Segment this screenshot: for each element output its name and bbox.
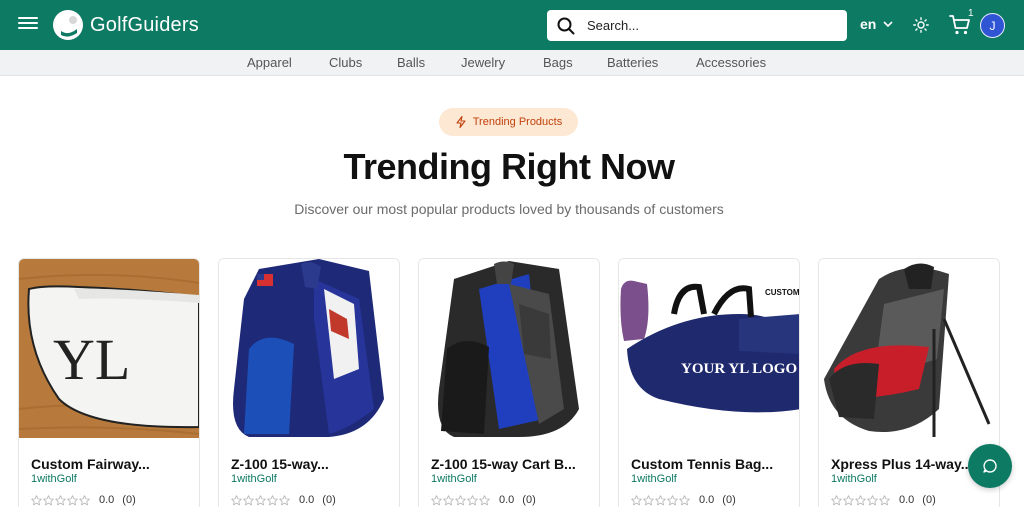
- star-icon: [443, 494, 454, 505]
- star-icon: [243, 494, 254, 505]
- product-name: Z-100 15-way Cart B...: [431, 456, 576, 472]
- product-card[interactable]: Z-100 15-way... 1withGolf 0.0 (0): [218, 258, 400, 507]
- star-icon: [231, 494, 242, 505]
- rating-value: 0.0: [499, 494, 515, 506]
- star-icon: [255, 494, 266, 505]
- star-icon: [467, 494, 478, 505]
- review-count: (0): [722, 494, 736, 506]
- star-icon: [655, 494, 666, 505]
- star-icon: [831, 494, 842, 505]
- product-name: Custom Fairway...: [31, 456, 150, 472]
- page-title: Trending Right Now: [343, 146, 675, 187]
- product-brand[interactable]: 1withGolf: [431, 473, 477, 485]
- star-icon: [867, 494, 878, 505]
- page-subtitle: Discover our most popular products loved…: [294, 201, 724, 217]
- star-icon: [279, 494, 290, 505]
- product-card[interactable]: YL Custom Fairway... 1withGolf 0.0 (0): [18, 258, 200, 507]
- brand-logo[interactable]: GolfGuiders: [52, 9, 199, 41]
- star-icon: [43, 494, 54, 505]
- star-rating: [631, 494, 691, 506]
- star-rating: [231, 494, 291, 506]
- search-input[interactable]: [587, 18, 827, 33]
- category-clubs[interactable]: Clubs: [329, 55, 362, 70]
- rating-value: 0.0: [899, 494, 915, 506]
- product-rating: 0.0 (0): [31, 494, 136, 506]
- chat-icon: [983, 459, 997, 473]
- star-icon: [55, 494, 66, 505]
- search-bar[interactable]: [547, 10, 847, 41]
- search-icon: [557, 17, 575, 34]
- review-count: (0): [122, 494, 136, 506]
- brand-name: GolfGuiders: [90, 13, 199, 36]
- review-count: (0): [922, 494, 936, 506]
- product-image: [219, 259, 399, 438]
- star-icon: [479, 494, 490, 505]
- language-label: en: [860, 16, 877, 32]
- rating-value: 0.0: [299, 494, 315, 506]
- rating-value: 0.0: [699, 494, 715, 506]
- trending-badge-label: Trending Products: [472, 116, 563, 128]
- svg-text:YL: YL: [53, 327, 130, 392]
- product-image: YOUR YL LOGO CUSTOM: [619, 259, 799, 438]
- review-count: (0): [322, 494, 336, 506]
- star-icon: [855, 494, 866, 505]
- product-image: [819, 259, 999, 438]
- product-rating: 0.0 (0): [831, 494, 936, 506]
- category-bags[interactable]: Bags: [543, 55, 573, 70]
- chat-button[interactable]: [968, 444, 1012, 488]
- tennis-bag-custom-text: CUSTOM: [765, 288, 799, 297]
- product-image: YL: [19, 259, 199, 438]
- category-balls[interactable]: Balls: [397, 55, 425, 70]
- product-name: Z-100 15-way...: [231, 456, 329, 472]
- star-rating: [831, 494, 891, 506]
- avatar[interactable]: J: [980, 13, 1005, 38]
- product-card[interactable]: YOUR YL LOGO CUSTOM Custom Tennis Bag...…: [618, 258, 800, 507]
- category-accessories[interactable]: Accessories: [696, 55, 766, 70]
- product-brand[interactable]: 1withGolf: [231, 473, 277, 485]
- star-icon: [455, 494, 466, 505]
- star-icon: [431, 494, 442, 505]
- star-rating: [31, 494, 91, 506]
- star-icon: [643, 494, 654, 505]
- product-rating: 0.0 (0): [431, 494, 536, 506]
- trending-badge: Trending Products: [439, 108, 578, 136]
- menu-icon[interactable]: [18, 14, 38, 34]
- star-icon: [843, 494, 854, 505]
- star-icon: [879, 494, 890, 505]
- star-icon: [667, 494, 678, 505]
- product-rating: 0.0 (0): [231, 494, 336, 506]
- star-icon: [679, 494, 690, 505]
- star-icon: [79, 494, 90, 505]
- review-count: (0): [522, 494, 536, 506]
- product-brand[interactable]: 1withGolf: [831, 473, 877, 485]
- golf-logo-icon: [53, 10, 83, 40]
- product-name: Custom Tennis Bag...: [631, 456, 774, 472]
- star-icon: [267, 494, 278, 505]
- rating-value: 0.0: [99, 494, 115, 506]
- product-card[interactable]: Z-100 15-way Cart B... 1withGolf 0.0 (0): [418, 258, 600, 507]
- category-apparel[interactable]: Apparel: [247, 55, 292, 70]
- category-nav: Apparel Clubs Balls Jewelry Bags Batteri…: [0, 50, 1024, 76]
- star-rating: [431, 494, 491, 506]
- product-brand[interactable]: 1withGolf: [631, 473, 677, 485]
- language-selector[interactable]: en: [860, 16, 893, 32]
- product-rating: 0.0 (0): [631, 494, 736, 506]
- category-batteries[interactable]: Batteries: [607, 55, 658, 70]
- product-image: [419, 259, 599, 438]
- cart-count-badge: 1: [968, 8, 974, 19]
- category-jewelry[interactable]: Jewelry: [461, 55, 505, 70]
- sparkle-icon: [456, 116, 466, 128]
- star-icon: [31, 494, 42, 505]
- top-header: GolfGuiders en 1 J: [0, 0, 1024, 50]
- sun-icon[interactable]: [913, 17, 929, 33]
- tennis-bag-logo-text: YOUR YL LOGO: [681, 361, 797, 377]
- star-icon: [67, 494, 78, 505]
- product-name: Xpress Plus 14-way...: [831, 456, 973, 472]
- chevron-down-icon: [883, 21, 893, 27]
- product-brand[interactable]: 1withGolf: [31, 473, 77, 485]
- star-icon: [631, 494, 642, 505]
